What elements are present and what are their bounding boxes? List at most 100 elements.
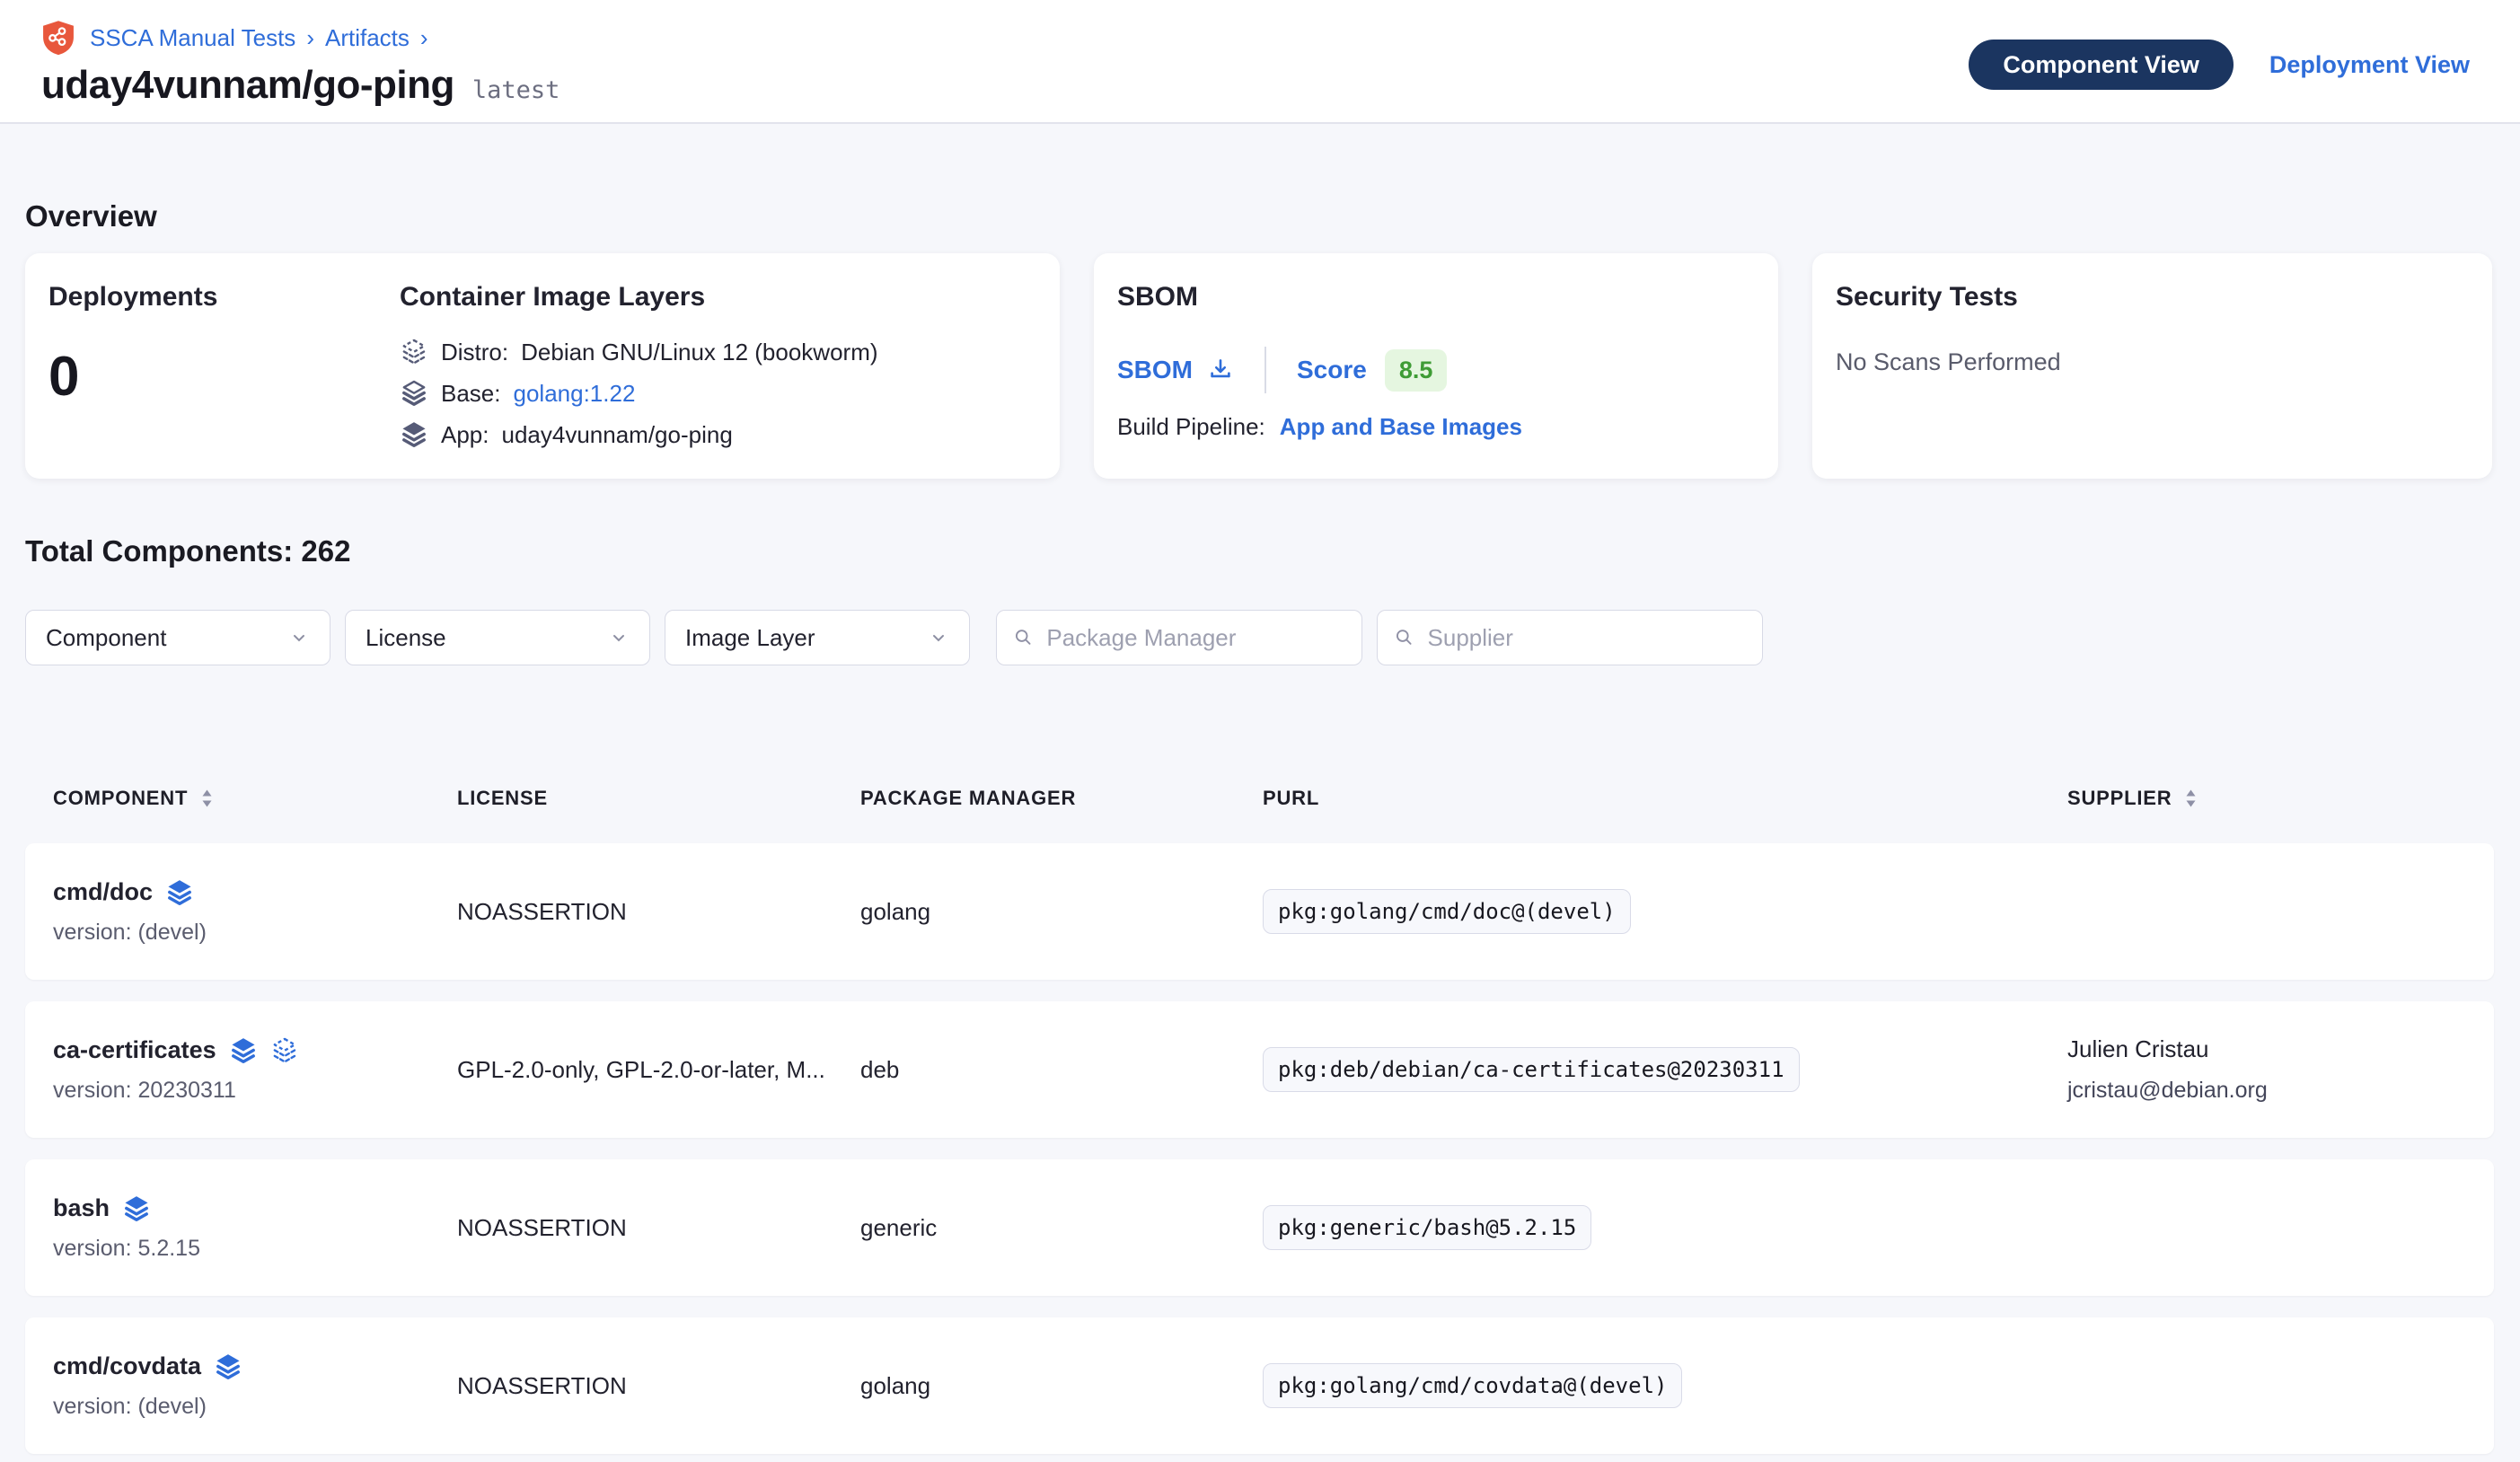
- security-tests-card: Security Tests No Scans Performed: [1812, 253, 2492, 479]
- component-view-button[interactable]: Component View: [1969, 40, 2234, 90]
- layers-half-icon: [400, 379, 428, 408]
- layers-filled-icon: [122, 1194, 151, 1223]
- sort-icon[interactable]: [200, 788, 214, 809]
- sbom-download-label: SBOM: [1117, 356, 1193, 384]
- license-cell: NOASSERTION: [457, 898, 860, 926]
- filter-bar: Component License Image Layer: [25, 610, 2494, 665]
- breadcrumb-link-artifacts[interactable]: Artifacts: [325, 24, 410, 52]
- component-version: version: (devel): [53, 1394, 457, 1420]
- supplier-cell: [2067, 1220, 2466, 1235]
- column-label: LICENSE: [457, 787, 548, 810]
- purl-chip: pkg:golang/cmd/doc@(devel): [1263, 889, 1631, 934]
- license-filter-dropdown[interactable]: License: [345, 610, 650, 665]
- deployments-count: 0: [48, 345, 400, 409]
- sbom-download-link[interactable]: SBOM: [1117, 356, 1234, 384]
- chevron-down-icon: [288, 627, 310, 648]
- table-row: ca-certificates version: 20230311 GPL-2.…: [25, 1001, 2494, 1138]
- breadcrumb: SSCA Manual Tests › Artifacts ›: [41, 18, 560, 57]
- base-image-link[interactable]: golang:1.22: [514, 380, 636, 408]
- no-scans-text: No Scans Performed: [1836, 348, 2469, 376]
- column-header-supplier[interactable]: SUPPLIER: [2067, 787, 2466, 810]
- deployments-and-layers-card: Deployments 0 Container Image Layers Dis…: [25, 253, 1060, 479]
- license-cell: NOASSERTION: [457, 1372, 860, 1400]
- component-name: cmd/covdata: [53, 1352, 201, 1380]
- component-name: cmd/doc: [53, 878, 153, 906]
- view-switcher: Component View Deployment View: [1969, 38, 2470, 92]
- purl-chip: pkg:generic/bash@5.2.15: [1263, 1205, 1591, 1250]
- column-label: COMPONENT: [53, 787, 188, 810]
- breadcrumb-separator: ›: [306, 24, 314, 52]
- chevron-down-icon: [928, 627, 949, 648]
- sbom-card: SBOM SBOM Score 8.5 Build Pipeline: App …: [1094, 253, 1778, 479]
- column-header-package-manager: PACKAGE MANAGER: [860, 787, 1263, 810]
- divider: [1264, 347, 1266, 393]
- layers-filled-icon: [400, 420, 428, 449]
- layers-outline-icon: [400, 338, 428, 366]
- breadcrumb-separator: ›: [420, 24, 428, 52]
- component-cell: cmd/doc version: (devel): [53, 878, 457, 946]
- table-row: cmd/covdata version: (devel) NOASSERTION…: [25, 1317, 2494, 1454]
- build-pipeline-label: Build Pipeline:: [1117, 413, 1265, 441]
- layers-outline-icon: [270, 1036, 299, 1065]
- layer-row-distro: Distro: Debian GNU/Linux 12 (bookworm): [400, 338, 878, 366]
- package-manager-cell: generic: [860, 1214, 1263, 1242]
- main-content: Overview Deployments 0 Container Image L…: [0, 199, 2520, 1454]
- component-cell: ca-certificates version: 20230311: [53, 1036, 457, 1104]
- search-icon: [1013, 626, 1034, 649]
- layer-row-app: App: uday4vunnam/go-ping: [400, 420, 878, 449]
- container-image-layers-section: Container Image Layers Distro: Debian GN…: [400, 282, 878, 479]
- table-row: bash version: 5.2.15 NOASSERTION generic…: [25, 1159, 2494, 1296]
- supplier-search: [1377, 610, 1763, 665]
- sort-icon[interactable]: [2184, 788, 2198, 809]
- package-manager-search: [996, 610, 1362, 665]
- supplier-search-input[interactable]: [1428, 624, 1746, 652]
- layer-base-label: Base:: [441, 380, 501, 408]
- column-header-purl: PURL: [1263, 787, 2067, 810]
- build-pipeline-link[interactable]: App and Base Images: [1280, 413, 1522, 441]
- table-row: cmd/doc version: (devel) NOASSERTION gol…: [25, 843, 2494, 980]
- layer-app-value: uday4vunnam/go-ping: [502, 421, 733, 449]
- image-layer-filter-dropdown[interactable]: Image Layer: [665, 610, 970, 665]
- component-filter-dropdown[interactable]: Component: [25, 610, 330, 665]
- component-name: ca-certificates: [53, 1036, 216, 1064]
- security-tests-title: Security Tests: [1836, 282, 2469, 313]
- supplier-name: Julien Cristau: [2067, 1035, 2466, 1063]
- package-manager-cell: golang: [860, 898, 1263, 926]
- component-version: version: 20230311: [53, 1078, 457, 1104]
- purl-chip: pkg:golang/cmd/covdata@(devel): [1263, 1363, 1682, 1408]
- layer-distro-value: Debian GNU/Linux 12 (bookworm): [521, 339, 877, 366]
- layer-row-base: Base: golang:1.22: [400, 379, 878, 408]
- layer-app-label: App:: [441, 421, 489, 449]
- layer-distro-label: Distro:: [441, 339, 508, 366]
- sbom-score-badge: 8.5: [1385, 349, 1448, 392]
- page-title: uday4vunnam/go-ping: [41, 63, 454, 108]
- overview-cards: Deployments 0 Container Image Layers Dis…: [25, 253, 2494, 479]
- deployments-section: Deployments 0: [48, 282, 400, 479]
- package-manager-cell: deb: [860, 1056, 1263, 1084]
- search-icon: [1394, 626, 1415, 649]
- supplier-cell: [2067, 904, 2466, 919]
- layers-filled-icon: [165, 878, 194, 907]
- component-cell: cmd/covdata version: (devel): [53, 1352, 457, 1420]
- column-header-license: LICENSE: [457, 787, 860, 810]
- build-pipeline-row: Build Pipeline: App and Base Images: [1117, 413, 1755, 441]
- total-components-heading: Total Components: 262: [25, 534, 2494, 568]
- license-filter-label: License: [366, 624, 446, 652]
- license-cell: NOASSERTION: [457, 1214, 860, 1242]
- supplier-email: jcristau@debian.org: [2067, 1078, 2466, 1104]
- title-row: uday4vunnam/go-ping latest: [41, 63, 560, 108]
- breadcrumb-link-ssca-manual-tests[interactable]: SSCA Manual Tests: [90, 24, 295, 52]
- deployment-view-link[interactable]: Deployment View: [2269, 51, 2470, 79]
- artifact-tag-badge: latest: [472, 76, 560, 104]
- column-label: SUPPLIER: [2067, 787, 2172, 810]
- package-manager-search-input[interactable]: [1046, 624, 1345, 652]
- image-layer-filter-label: Image Layer: [685, 624, 815, 652]
- column-header-component[interactable]: COMPONENT: [53, 787, 457, 810]
- component-version: version: (devel): [53, 920, 457, 946]
- layers-filled-icon: [229, 1036, 258, 1065]
- ssca-shield-icon: [41, 20, 75, 56]
- sbom-score-label: Score: [1297, 356, 1367, 384]
- package-manager-cell: golang: [860, 1372, 1263, 1400]
- purl-chip: pkg:deb/debian/ca-certificates@20230311: [1263, 1047, 1800, 1092]
- component-version: version: 5.2.15: [53, 1236, 457, 1262]
